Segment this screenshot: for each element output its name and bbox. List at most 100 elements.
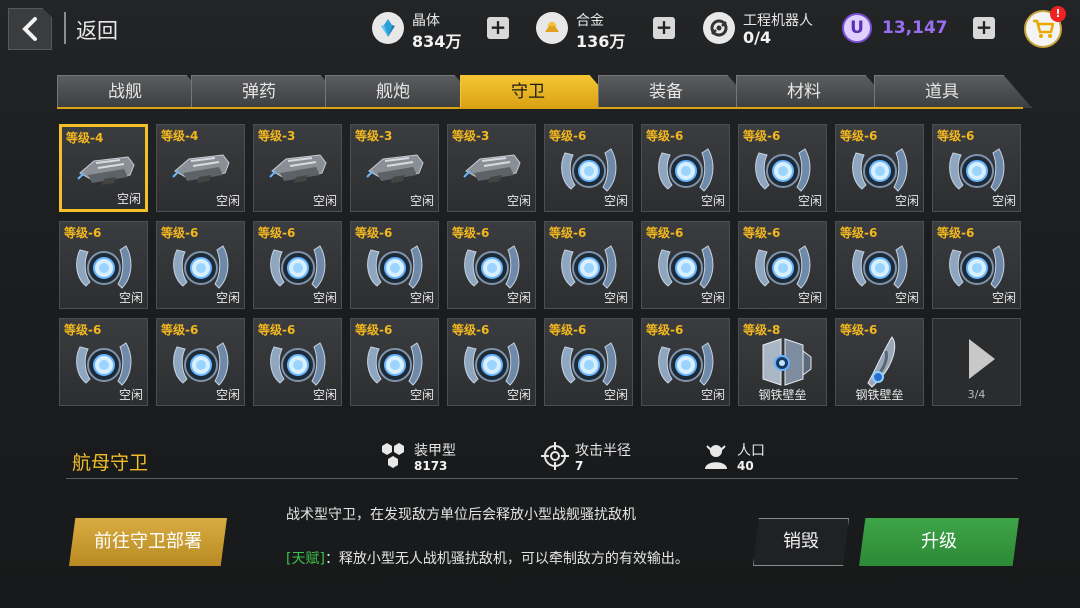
play-right-icon — [969, 339, 995, 379]
slot-level: 等级-6 — [355, 323, 393, 337]
inventory-slot[interactable]: 等级-6 空闲 — [641, 318, 730, 406]
tab-materials[interactable]: 材料 — [736, 75, 894, 108]
slot-level: 等级-6 — [64, 323, 102, 337]
slot-level: 等级-3 — [355, 129, 393, 143]
slot-status: 空闲 — [118, 291, 143, 305]
inventory-slot[interactable]: 等级-6 空闲 — [350, 318, 439, 406]
slot-status: 空闲 — [797, 194, 822, 208]
premium-currency-value: 13,147 — [882, 18, 948, 38]
back-button[interactable] — [8, 8, 52, 50]
inventory-slot[interactable]: 等级-3 空闲 — [350, 124, 439, 212]
inventory-slot[interactable]: 等级-8 钢铁壁垒 — [738, 318, 827, 406]
resource-value: 0/4 — [743, 28, 772, 47]
slot-level: 等级-6 — [452, 226, 490, 240]
inventory-slot[interactable]: 等级-6 空闲 — [544, 124, 633, 212]
inventory-slot[interactable]: 等级-6 空闲 — [447, 318, 536, 406]
inventory-slot[interactable]: 等级-6 空闲 — [156, 318, 245, 406]
go-to-guard-deploy-button[interactable]: 前往守卫部署 — [69, 518, 227, 566]
stat-value: 7 — [575, 459, 584, 473]
next-page-button[interactable]: 3/4 — [932, 318, 1021, 406]
slot-level: 等级-6 — [646, 323, 684, 337]
inventory-slot[interactable]: 等级-6 空闲 — [253, 221, 342, 309]
inventory-slot[interactable]: 等级-6 空闲 — [932, 221, 1021, 309]
inventory-slot[interactable]: 等级-3 空闲 — [253, 124, 342, 212]
inventory-slot[interactable]: 等级-6 空闲 — [835, 221, 924, 309]
inventory-slot[interactable]: 等级-6 空闲 — [156, 221, 245, 309]
inventory-slot[interactable]: 等级-4 空闲 — [59, 124, 148, 212]
resource-name: 工程机器人 — [743, 13, 813, 29]
slot-status: 空闲 — [506, 388, 531, 402]
slot-name: 钢铁壁垒 — [758, 388, 807, 402]
add-premium-button[interactable]: + — [973, 17, 995, 39]
add-crystal-button[interactable]: + — [487, 17, 509, 39]
tab-underline — [57, 107, 1023, 109]
slot-level: 等级-6 — [840, 323, 878, 337]
slot-status: 空闲 — [506, 291, 531, 305]
inventory-slot[interactable]: 等级-6 空闲 — [932, 124, 1021, 212]
slot-level: 等级-6 — [937, 226, 975, 240]
inventory-slot[interactable]: 等级-6 空闲 — [641, 221, 730, 309]
item-description: 战术型守卫，在发现敌方单位后会释放小型战舰骚扰敌机 — [286, 507, 636, 523]
inventory-slot[interactable]: 等级-6 空闲 — [350, 221, 439, 309]
inventory-slot[interactable]: 等级-6 钢铁壁垒 — [835, 318, 924, 406]
inventory-slot[interactable]: 等级-6 空闲 — [738, 221, 827, 309]
page-indicator: 3/4 — [967, 388, 986, 401]
slot-level: 等级-4 — [161, 129, 199, 143]
upgrade-button[interactable]: 升级 — [859, 518, 1019, 566]
shop-cart-button[interactable]: ! — [1024, 6, 1066, 48]
slot-status: 空闲 — [991, 194, 1016, 208]
add-alloy-button[interactable]: + — [653, 17, 675, 39]
shield-guard-icon — [755, 245, 811, 289]
slot-level: 等级-6 — [646, 226, 684, 240]
destroy-button[interactable]: 销毁 — [753, 518, 849, 566]
inventory-slot[interactable]: 等级-6 空闲 — [253, 318, 342, 406]
inventory-slot[interactable]: 等级-6 空闲 — [835, 124, 924, 212]
inventory-slot[interactable]: 等级-6 空闲 — [59, 221, 148, 309]
slot-status: 空闲 — [991, 291, 1016, 305]
slot-status: 空闲 — [603, 194, 628, 208]
shield-guard-icon — [852, 245, 908, 289]
inventory-slot[interactable]: 等级-6 空闲 — [738, 124, 827, 212]
slot-level: 等级-6 — [549, 226, 587, 240]
inventory-slot[interactable]: 等级-4 空闲 — [156, 124, 245, 212]
slot-status: 空闲 — [603, 388, 628, 402]
shield-guard-icon — [76, 245, 132, 289]
slot-status: 空闲 — [118, 388, 143, 402]
crystal-icon — [372, 12, 404, 44]
slot-status: 空闲 — [215, 291, 240, 305]
shield-guard-icon — [464, 245, 520, 289]
chevron-left-icon — [22, 17, 37, 41]
cart-icon — [1033, 19, 1055, 38]
shield-guard-icon — [658, 148, 714, 192]
slot-status: 空闲 — [215, 388, 240, 402]
inventory-slot[interactable]: 等级-6 空闲 — [544, 318, 633, 406]
inventory-slot[interactable]: 等级-6 空闲 — [59, 318, 148, 406]
talent-description: ：释放小型无人战机骚扰敌机，可以牵制敌方的有效输出。 — [324, 551, 689, 567]
tab-items[interactable]: 道具 — [874, 75, 1032, 108]
tab-guards[interactable]: 守卫 — [460, 75, 618, 108]
shield-guard-icon — [658, 342, 714, 386]
slot-level: 等级-6 — [549, 129, 587, 143]
stat-name: 攻击半径 — [575, 443, 631, 459]
inventory-slot[interactable]: 等级-6 空闲 — [544, 221, 633, 309]
inventory-slot[interactable]: 等级-6 空闲 — [447, 221, 536, 309]
slot-status: 空闲 — [700, 291, 725, 305]
shield-guard-icon — [367, 342, 423, 386]
slot-status: 空闲 — [797, 291, 822, 305]
inventory-slot[interactable]: 等级-3 空闲 — [447, 124, 536, 212]
tab-equipment[interactable]: 装备 — [598, 75, 756, 108]
population-icon — [705, 445, 727, 469]
back-label[interactable]: 返回 — [76, 15, 118, 45]
carrier-guard-icon — [172, 154, 230, 183]
talent-text: [天赋]：释放小型无人战机骚扰敌机，可以牵制敌方的有效输出。 — [286, 548, 689, 568]
resource-value: 834万 — [412, 32, 462, 51]
slot-level: 等级-6 — [355, 226, 393, 240]
tab-cannons[interactable]: 舰炮 — [325, 75, 483, 108]
slot-level: 等级-6 — [452, 323, 490, 337]
notification-badge: ! — [1050, 6, 1066, 22]
resource-name: 合金 — [576, 13, 604, 29]
talent-tag: [天赋] — [286, 551, 325, 567]
slot-level: 等级-6 — [64, 226, 102, 240]
inventory-slot[interactable]: 等级-6 空闲 — [641, 124, 730, 212]
shield-guard-icon — [755, 148, 811, 192]
